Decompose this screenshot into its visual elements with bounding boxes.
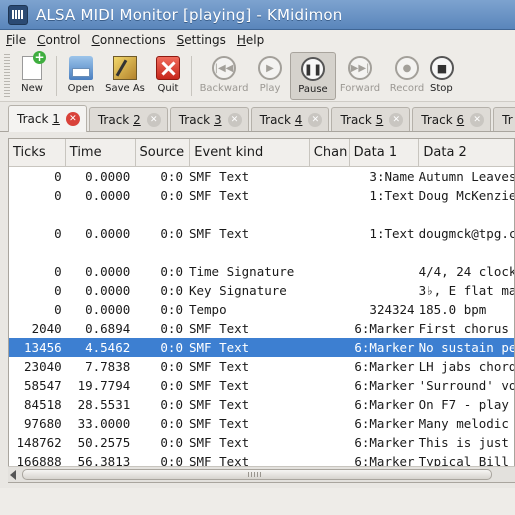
- close-tab-icon[interactable]: ✕: [227, 112, 242, 127]
- new-document-icon: [22, 51, 46, 80]
- tab-track-7-partial[interactable]: Tr: [493, 107, 515, 131]
- event-table[interactable]: Ticks Time Source Event kind Chan Data 1…: [8, 138, 515, 483]
- tab-track-3[interactable]: Track 3 ✕: [169, 107, 249, 131]
- pause-button[interactable]: ❚❚ Pause: [290, 52, 336, 100]
- tab-track-4[interactable]: Track 4 ✕: [250, 107, 330, 131]
- close-tab-icon[interactable]: ✕: [146, 112, 161, 127]
- open-button[interactable]: Open: [63, 52, 99, 100]
- column-header-ticks[interactable]: Ticks: [9, 139, 65, 166]
- forward-button[interactable]: ▶▶| Forward: [336, 52, 384, 100]
- tab-track-1[interactable]: Track 1 ✕: [8, 105, 87, 132]
- scrollbar-thumb[interactable]: [22, 469, 492, 480]
- table-header: Ticks Time Source Event kind Chan Data 1…: [9, 139, 514, 167]
- toolbar-separator: [56, 56, 57, 96]
- pause-icon: ❚❚: [301, 57, 325, 81]
- record-button[interactable]: ● Record: [384, 52, 430, 100]
- rewind-icon: |◀◀: [212, 56, 236, 80]
- scroll-left-arrow-icon[interactable]: [10, 470, 16, 480]
- menu-settings[interactable]: Settings: [177, 33, 226, 47]
- menu-file[interactable]: File: [6, 33, 26, 47]
- column-header-data1[interactable]: Data 1: [348, 139, 419, 166]
- table-row[interactable]: 23040 7.7838 0:0 SMF Text 6:Marker LH jabs ch…: [9, 357, 514, 376]
- tab-track-6[interactable]: Track 6 ✕: [412, 107, 492, 131]
- table-row[interactable]: 2040 0.6894 0:0 SMF Text 6:Marker First choru…: [9, 319, 514, 338]
- save-as-button[interactable]: Save As: [99, 52, 151, 100]
- close-tab-icon[interactable]: ✕: [470, 112, 485, 127]
- close-tab-icon[interactable]: ✕: [65, 112, 80, 126]
- tab-track-2[interactable]: Track 2 ✕: [88, 107, 168, 131]
- tab-track-5[interactable]: Track 5 ✕: [331, 107, 411, 131]
- menu-connections[interactable]: Connections: [91, 33, 165, 47]
- window-title: ALSA MIDI Monitor [playing] - KMidimon: [36, 5, 343, 24]
- record-icon: ●: [395, 56, 419, 80]
- table-row[interactable]: 0 0.0000 0:0 Tempo 324324 185.0 bpm: [9, 300, 514, 319]
- save-as-icon: [113, 56, 137, 80]
- close-tab-icon[interactable]: ✕: [389, 112, 404, 127]
- stop-button[interactable]: ■ Stop: [430, 52, 460, 100]
- new-button[interactable]: New: [14, 51, 50, 100]
- play-button[interactable]: ▶ Play: [250, 52, 290, 100]
- menu-control[interactable]: Control: [37, 33, 80, 47]
- quit-icon: [156, 56, 180, 80]
- title-bar: ALSA MIDI Monitor [playing] - KMidimon: [0, 0, 515, 30]
- quit-button[interactable]: Quit: [151, 52, 185, 100]
- kmidimon-app-icon: [8, 4, 28, 25]
- menu-help[interactable]: Help: [237, 33, 264, 47]
- column-header-source[interactable]: Source: [134, 139, 190, 166]
- table-body: 0 0.0000 0:0 SMF Text 3:Name Autumn Leaves 00…: [9, 167, 514, 471]
- toolbar-grip[interactable]: [4, 54, 10, 98]
- table-row[interactable]: 148762 50.2575 0:0 SMF Text 6:Marker This is …: [9, 433, 514, 452]
- table-row[interactable]: 97680 33.0000 0:0 SMF Text 6:Marker Many melo…: [9, 414, 514, 433]
- fast-forward-icon: ▶▶|: [348, 56, 372, 80]
- close-tab-icon[interactable]: ✕: [308, 112, 323, 127]
- table-row[interactable]: 58547 19.7794 0:0 SMF Text 6:Marker 'Surround…: [9, 376, 514, 395]
- table-row[interactable]: 0 0.0000 0:0 Time Signature 4/4, 24 clocks: [9, 262, 514, 281]
- column-header-chan[interactable]: Chan: [308, 139, 349, 166]
- table-row[interactable]: 00.00000:0Key Signature3♭, E flat major: [9, 281, 514, 300]
- column-header-time[interactable]: Time: [64, 139, 135, 166]
- play-icon: ▶: [258, 56, 282, 80]
- table-row[interactable]: 84518 28.5531 0:0 SMF Text 6:Marker On F7 - p…: [9, 395, 514, 414]
- horizontal-scrollbar[interactable]: [8, 466, 515, 482]
- table-row[interactable]: 0 0.0000 0:0 SMF Text 1:Text Doug McKenzie: [9, 186, 514, 224]
- open-folder-icon: [69, 56, 93, 80]
- track-tab-bar: Track 1 ✕ Track 2 ✕ Track 3 ✕ Track 4 ✕ …: [0, 104, 515, 132]
- menu-bar: File Control Connections Settings Help: [0, 30, 515, 50]
- toolbar-separator: [191, 56, 192, 96]
- status-bar: [0, 488, 515, 515]
- table-row[interactable]: 00.00000:0SMF Text1:Textdougmck@tpg.com: [9, 224, 514, 262]
- main-toolbar: New Open Save As Quit |◀◀ Backward ▶ Pla…: [0, 50, 515, 102]
- column-header-data2[interactable]: Data 2: [418, 139, 514, 166]
- backward-button[interactable]: |◀◀ Backward: [198, 52, 250, 100]
- table-row-selected[interactable]: 13456 4.5462 0:0 SMF Text 6:Marker No sustain…: [9, 338, 514, 357]
- table-row[interactable]: 0 0.0000 0:0 SMF Text 3:Name Autumn Leaves: [9, 167, 514, 186]
- column-header-event-kind[interactable]: Event kind: [189, 139, 309, 166]
- stop-icon: ■: [430, 56, 454, 80]
